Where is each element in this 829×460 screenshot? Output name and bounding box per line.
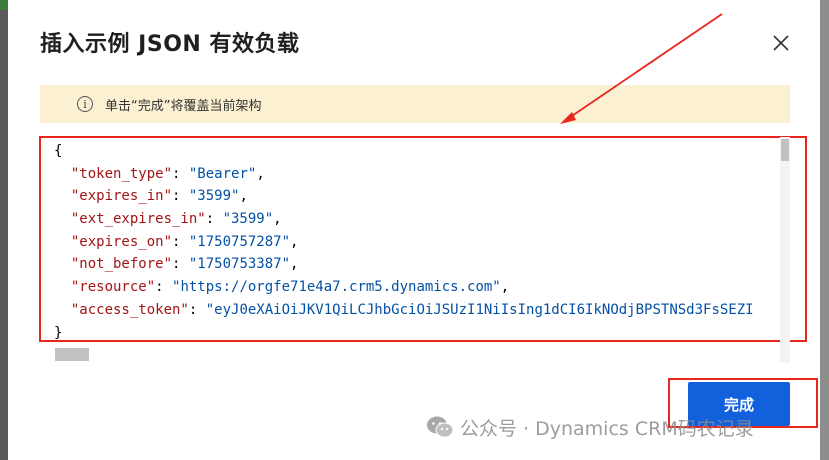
- json-punct: {: [54, 143, 63, 159]
- json-punct: ,: [273, 211, 282, 228]
- json-key: "resource": [70, 279, 156, 296]
- json-punct: [54, 234, 71, 250]
- json-punct: ,: [500, 279, 510, 296]
- json-punct: }: [54, 324, 63, 341]
- json-punct: :: [172, 165, 189, 182]
- editor-line: "expires_in": "3599",: [54, 185, 788, 208]
- watermark-text: 公众号 · Dynamics CRM码农记录: [460, 417, 754, 440]
- close-icon: [773, 35, 789, 51]
- info-text: 单击“完成”将覆盖当前架构: [105, 98, 262, 114]
- editor-line: "ext_expires_in": "3599",: [54, 208, 788, 231]
- info-bar: i 单击“完成”将覆盖当前架构: [40, 85, 790, 123]
- json-key: "ext_expires_in": [70, 211, 206, 228]
- json-key: "expires_in": [70, 188, 173, 205]
- editor-line: "access_token": "eyJ0eXAiOiJKV1QiLCJhbGc…: [54, 299, 788, 322]
- json-value: "1750753387": [188, 256, 291, 273]
- editor-line: {: [54, 140, 788, 163]
- json-editor-highlight: { "token_type": "Bearer", "expires_in": …: [39, 136, 807, 342]
- json-punct: ,: [239, 188, 248, 205]
- close-button[interactable]: [768, 30, 794, 56]
- json-punct: :: [172, 256, 189, 273]
- editor-line: }: [54, 322, 788, 341]
- json-value: "3599": [222, 211, 274, 228]
- json-value: "1750757287": [188, 233, 291, 250]
- json-punct: :: [172, 233, 189, 250]
- wechat-logo-icon: [427, 416, 454, 438]
- json-punct: :: [188, 301, 206, 318]
- json-key: "not_before": [70, 256, 173, 273]
- json-punct: ,: [290, 256, 299, 273]
- editor-line: "expires_on": "1750757287",: [54, 231, 788, 254]
- json-value: "3599": [188, 188, 240, 205]
- json-punct: [54, 188, 71, 204]
- info-icon: i: [77, 96, 93, 112]
- json-editor[interactable]: { "token_type": "Bearer", "expires_in": …: [54, 140, 788, 340]
- json-punct: ,: [256, 165, 265, 182]
- json-value: "eyJ0eXAiOiJKV1QiLCJhbGciOiJSUzI1NiIsIng…: [205, 301, 754, 318]
- json-value: "https://orgfe71e4a7.crm5.dynamics.com": [172, 279, 501, 296]
- editor-line: "resource": "https://orgfe71e4a7.crm5.dy…: [54, 276, 788, 299]
- vertical-scrollbar[interactable]: [780, 137, 790, 363]
- json-punct: :: [155, 279, 173, 296]
- json-punct: [54, 302, 71, 318]
- json-key: "token_type": [70, 165, 173, 182]
- horizontal-scrollbar-thumb[interactable]: [55, 348, 89, 361]
- vertical-scrollbar-thumb[interactable]: [781, 139, 789, 161]
- json-punct: [54, 279, 71, 295]
- editor-line: "token_type": "Bearer",: [54, 163, 788, 186]
- editor-line: "not_before": "1750753387",: [54, 253, 788, 276]
- json-punct: :: [205, 211, 223, 228]
- json-key: "access_token": [70, 301, 189, 318]
- json-value: "Bearer": [188, 165, 257, 182]
- json-punct: [54, 211, 71, 227]
- json-punct: [54, 166, 71, 182]
- dialog-title: 插入示例 JSON 有效负载: [40, 32, 300, 57]
- json-punct: ,: [290, 233, 299, 250]
- watermark: 公众号 · Dynamics CRM码农记录: [426, 414, 754, 440]
- json-punct: :: [172, 188, 189, 205]
- json-key: "expires_on": [70, 233, 173, 250]
- insert-json-dialog: 插入示例 JSON 有效负载 i 单击“完成”将覆盖当前架构 { "token_…: [8, 0, 820, 460]
- json-punct: [54, 256, 71, 272]
